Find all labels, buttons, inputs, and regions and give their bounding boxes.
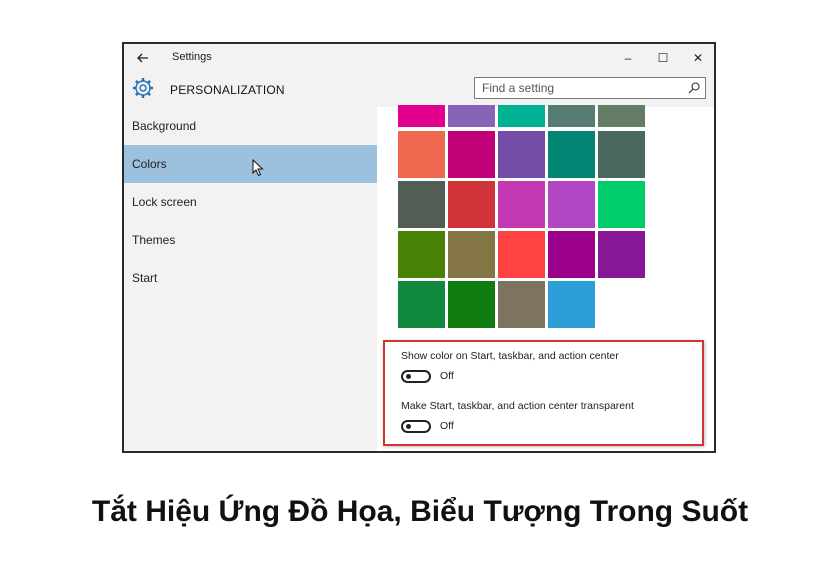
- show-color-toggle[interactable]: [401, 370, 431, 383]
- color-swatch[interactable]: [548, 131, 595, 178]
- gear-icon: [133, 78, 153, 98]
- color-swatch[interactable]: [598, 131, 645, 178]
- show-color-state: Off: [440, 370, 454, 382]
- caption-text: Tắt Hiệu Ứng Đồ Họa, Biểu Tượng Trong Su…: [91, 495, 749, 528]
- toggle-knob: [406, 424, 411, 429]
- color-swatch[interactable]: [448, 105, 495, 127]
- sidebar-item-start[interactable]: Start: [124, 259, 377, 297]
- color-swatch[interactable]: [548, 181, 595, 228]
- mouse-cursor-icon: [252, 159, 264, 177]
- color-swatch[interactable]: [498, 131, 545, 178]
- search-box[interactable]: [474, 77, 706, 99]
- sidebar-item-label: Colors: [132, 157, 167, 171]
- transparent-label: Make Start, taskbar, and action center t…: [401, 400, 634, 412]
- show-color-label: Show color on Start, taskbar, and action…: [401, 350, 619, 362]
- color-swatch[interactable]: [398, 131, 445, 178]
- color-swatch[interactable]: [398, 281, 445, 328]
- sidebar-item-label: Themes: [132, 233, 176, 247]
- color-swatch[interactable]: [498, 231, 545, 278]
- color-swatch[interactable]: [548, 281, 595, 328]
- toggle-knob: [406, 374, 411, 379]
- color-swatch[interactable]: [598, 231, 645, 278]
- color-swatch[interactable]: [448, 281, 495, 328]
- color-swatch[interactable]: [498, 105, 545, 127]
- color-swatch[interactable]: [498, 181, 545, 228]
- search-icon[interactable]: [687, 81, 701, 95]
- maximize-button[interactable]: ☐: [649, 47, 677, 69]
- color-swatch[interactable]: [398, 231, 445, 278]
- search-input[interactable]: [482, 81, 682, 95]
- sidebar-item-label: Start: [132, 271, 158, 285]
- settings-window: Settings – ☐ ✕ PERSONALIZATION Find a se…: [122, 42, 716, 453]
- minimize-button[interactable]: –: [614, 47, 642, 69]
- sidebar-item-themes[interactable]: Themes: [124, 221, 377, 259]
- sidebar-item-lock-screen[interactable]: Lock screen: [124, 183, 377, 221]
- window-title: Settings: [172, 51, 212, 63]
- sidebar-item-label: Background: [132, 119, 197, 133]
- transparent-toggle[interactable]: [401, 420, 431, 433]
- title-bar: Settings – ☐ ✕: [124, 44, 714, 71]
- color-swatch[interactable]: [398, 181, 445, 228]
- back-button[interactable]: [132, 48, 154, 68]
- highlighted-options-box: Show color on Start, taskbar, and action…: [383, 340, 704, 446]
- settings-header: PERSONALIZATION: [124, 71, 714, 107]
- color-swatch[interactable]: [398, 105, 445, 127]
- color-swatch[interactable]: [598, 105, 645, 127]
- color-swatch[interactable]: [448, 131, 495, 178]
- section-title: PERSONALIZATION: [170, 83, 285, 97]
- color-swatch[interactable]: [498, 281, 545, 328]
- color-swatch[interactable]: [448, 181, 495, 228]
- sidebar-item-label: Lock screen: [132, 195, 197, 209]
- color-swatch[interactable]: [548, 105, 595, 127]
- sidebar-item-background[interactable]: Background: [124, 107, 377, 145]
- close-button[interactable]: ✕: [684, 47, 712, 69]
- transparent-state: Off: [440, 420, 454, 432]
- sidebar: Background Colors Lock screen Themes Sta…: [124, 107, 377, 451]
- sidebar-item-colors[interactable]: Colors: [124, 145, 377, 183]
- arrow-left-icon: [137, 53, 148, 63]
- color-swatch[interactable]: [448, 231, 495, 278]
- color-swatch[interactable]: [548, 231, 595, 278]
- color-swatch[interactable]: [598, 181, 645, 228]
